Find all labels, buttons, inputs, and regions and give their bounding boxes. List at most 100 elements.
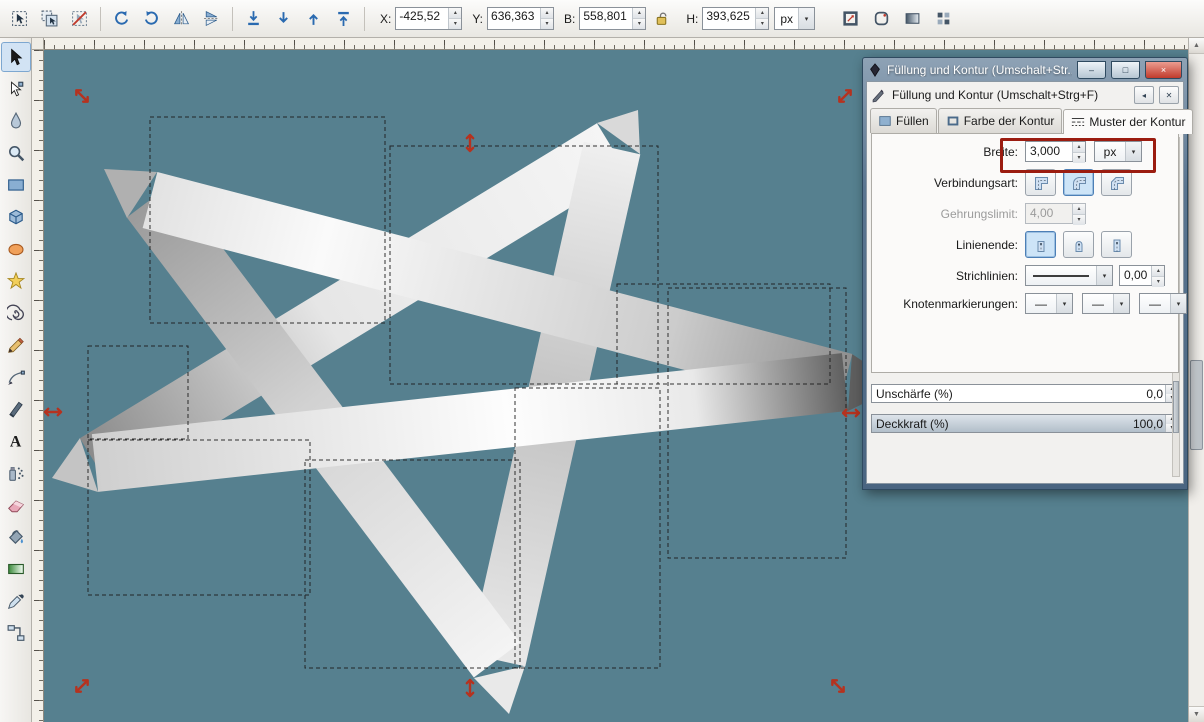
height-label: H: (686, 12, 698, 26)
chevron-down-icon: ▾ (1113, 294, 1129, 313)
stroke-style-tab-icon (1071, 115, 1085, 129)
join-round-button[interactable] (1063, 169, 1094, 196)
lock-ratio-button[interactable] (647, 4, 676, 33)
tab-stroke-paint[interactable]: Farbe der Kontur (938, 108, 1063, 133)
dialog-titlebar[interactable]: Füllung und Kontur (Umschalt+Str... – □ … (866, 58, 1184, 81)
node-marker-combo-1[interactable]: —▾ (1025, 293, 1073, 314)
dash-pattern-dropdown[interactable]: ▾ (1025, 265, 1113, 286)
tool-spray[interactable] (1, 458, 31, 488)
raise-button[interactable] (299, 4, 328, 33)
tool-connector[interactable] (1, 618, 31, 648)
tool-spiral[interactable] (1, 298, 31, 328)
dock-arrow-button[interactable]: ◂ (1134, 86, 1154, 104)
lower-to-bottom-button[interactable] (239, 4, 268, 33)
horizontal-ruler[interactable] (44, 38, 1188, 50)
raise-to-top-button[interactable] (329, 4, 358, 33)
x-input[interactable]: -425,52 ▴▾ (395, 7, 462, 30)
cap-round-button[interactable] (1063, 231, 1094, 258)
rotate-cw-button[interactable] (137, 4, 166, 33)
miter-limit-input[interactable]: 4,00 ▴▾ (1025, 203, 1086, 224)
stroke-width-input[interactable]: 3,000 ▴▾ (1025, 141, 1086, 162)
select-all-button[interactable] (5, 4, 34, 33)
tool-box-3d[interactable] (1, 202, 31, 232)
y-input[interactable]: 636,363 ▴▾ (487, 7, 554, 30)
tool-calligraphy[interactable] (1, 394, 31, 424)
scroll-up-icon[interactable]: ▲ (1189, 38, 1204, 54)
y-spinner[interactable]: ▴▾ (540, 8, 553, 29)
x-spinner[interactable]: ▴▾ (448, 8, 461, 29)
select-all-in-layers-button[interactable] (35, 4, 64, 33)
minimize-button[interactable]: – (1077, 61, 1106, 79)
width-spinner[interactable]: ▴▾ (632, 8, 645, 29)
tool-star[interactable] (1, 266, 31, 296)
deselect-button[interactable] (65, 4, 94, 33)
flip-horizontal-button[interactable] (167, 4, 196, 33)
join-bevel-button[interactable] (1101, 169, 1132, 196)
toggle-transform-gradients[interactable] (898, 4, 927, 33)
tool-ellipse[interactable] (1, 234, 31, 264)
chevron-down-icon: ▾ (1170, 294, 1186, 313)
opacity-slider[interactable]: Deckkraft (%) 100,0 ▴▾ (871, 414, 1179, 433)
tool-tweak[interactable] (1, 106, 31, 136)
tool-bezier-pen[interactable] (1, 362, 31, 392)
dialog-tabs: Füllen Farbe der Kontur Muster der Kontu… (867, 108, 1183, 133)
tool-zoom[interactable] (1, 138, 31, 168)
node-marker-combo-3[interactable]: —▾ (1139, 293, 1187, 314)
vertical-ruler[interactable] (32, 50, 44, 722)
lower-button[interactable] (269, 4, 298, 33)
cap-butt-button[interactable] (1025, 231, 1056, 258)
dialog-scrollbar-thumb[interactable] (1173, 381, 1179, 433)
cap-row: Linienende: (878, 231, 1172, 258)
dialog-header-title: Füllung und Kontur (Umschalt+Strg+F) (892, 88, 1129, 102)
height-spinner[interactable]: ▴▾ (755, 8, 768, 29)
dialog-title: Füllung und Kontur (Umschalt+Str... (887, 63, 1072, 77)
cap-square-button[interactable] (1101, 231, 1132, 258)
tool-gradient[interactable] (1, 554, 31, 584)
cap-label: Linienende: (878, 238, 1025, 252)
tool-rectangle[interactable] (1, 170, 31, 200)
dash-row: Strichlinien: ▾ 0,00 ▴▾ (878, 265, 1172, 286)
node-marker-combo-2[interactable]: —▾ (1082, 293, 1130, 314)
scrollbar-thumb[interactable] (1190, 360, 1203, 450)
join-miter-button[interactable] (1025, 169, 1056, 196)
toolbar-separator (232, 7, 233, 31)
dash-offset-spinner[interactable]: ▴▾ (1151, 266, 1164, 285)
tab-fill[interactable]: Füllen (870, 108, 937, 133)
units-value: px (775, 12, 798, 26)
units-dropdown[interactable]: px ▾ (774, 7, 815, 30)
tool-paint-bucket[interactable] (1, 522, 31, 552)
canvas-vertical-scrollbar[interactable]: ▲ ▼ (1188, 38, 1204, 722)
selector-toolbar: X: -425,52 ▴▾ Y: 636,363 ▴▾ B: 558,801 ▴… (0, 0, 1204, 38)
dash-offset-input[interactable]: 0,00 ▴▾ (1119, 265, 1165, 286)
fill-tab-icon (878, 114, 892, 128)
scroll-down-icon[interactable]: ▼ (1189, 706, 1204, 722)
stroke-width-spinner[interactable]: ▴▾ (1072, 142, 1085, 161)
tool-node-editor[interactable] (1, 74, 31, 104)
stroke-width-unit-dropdown[interactable]: px ▾ (1094, 141, 1142, 162)
tool-text[interactable]: A (1, 426, 31, 456)
miter-limit-spinner[interactable]: ▴▾ (1072, 204, 1085, 223)
tool-dropper[interactable] (1, 586, 31, 616)
rotate-ccw-button[interactable] (107, 4, 136, 33)
chevron-down-icon: ▾ (798, 8, 814, 29)
close-button[interactable]: × (1145, 61, 1182, 79)
toggle-transform-patterns[interactable] (929, 4, 958, 33)
maximize-button[interactable]: □ (1111, 61, 1140, 79)
toggle-scale-rounded-corners[interactable] (867, 4, 896, 33)
blur-slider[interactable]: Unschärfe (%) 0,0 ▴▾ (871, 384, 1179, 403)
height-input[interactable]: 393,625 ▴▾ (702, 7, 769, 30)
toggle-scale-stroke-width[interactable] (836, 4, 865, 33)
tab-stroke-style[interactable]: Muster der Kontur (1063, 109, 1193, 134)
chevron-down-icon: ▾ (1125, 142, 1141, 161)
y-label: Y: (472, 12, 483, 26)
flip-vertical-button[interactable] (197, 4, 226, 33)
width-input[interactable]: 558,801 ▴▾ (579, 7, 646, 30)
ribbon-star-object[interactable] (52, 110, 900, 714)
fill-stroke-dialog: Füllung und Kontur (Umschalt+Str... – □ … (862, 57, 1188, 490)
blur-label: Unschärfe (%) (872, 387, 1146, 401)
tool-pencil[interactable] (1, 330, 31, 360)
tool-selector[interactable] (1, 42, 31, 72)
dialog-close-button[interactable]: ✕ (1159, 86, 1179, 104)
cap-buttons (1025, 231, 1139, 258)
tool-eraser[interactable] (1, 490, 31, 520)
